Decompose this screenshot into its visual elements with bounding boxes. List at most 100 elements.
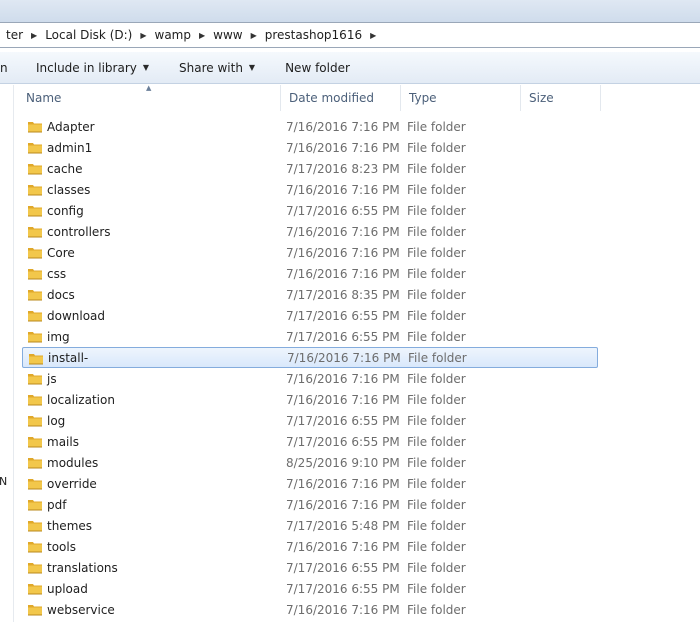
folder-icon (28, 269, 42, 280)
file-date-modified: 7/17/2016 6:55 PM (286, 308, 400, 323)
file-name: Core (47, 245, 75, 260)
file-row[interactable]: js 7/16/2016 7:16 PM File folder (22, 368, 598, 389)
file-type: File folder (407, 581, 466, 596)
folder-icon (28, 374, 42, 385)
file-name: admin1 (47, 140, 93, 155)
file-row[interactable]: install- 7/16/2016 7:16 PM File folder (22, 347, 598, 368)
file-date-modified: 7/17/2016 6:55 PM (286, 329, 400, 344)
window-title-strip (0, 0, 700, 22)
column-header-date-modified[interactable]: Date modified (281, 85, 401, 111)
file-date-modified: 7/16/2016 7:16 PM (286, 371, 400, 386)
file-row[interactable]: override 7/16/2016 7:16 PM File folder (22, 473, 598, 494)
folder-icon (28, 605, 42, 616)
file-type: File folder (407, 413, 466, 428)
breadcrumb-separator-icon[interactable]: ▶ (138, 23, 148, 47)
navigation-pane-stub-text: N (0, 475, 8, 488)
file-row[interactable]: cache 7/17/2016 8:23 PM File folder (22, 158, 598, 179)
folder-icon (28, 332, 42, 343)
toolbar-partial-button[interactable]: n (0, 52, 22, 83)
file-name: upload (47, 581, 88, 596)
breadcrumb-separator-icon[interactable]: ▶ (197, 23, 207, 47)
breadcrumb-item-partial[interactable]: ter (0, 23, 29, 47)
file-row[interactable]: admin1 7/16/2016 7:16 PM File folder (22, 137, 598, 158)
file-date-modified: 7/17/2016 6:55 PM (286, 560, 400, 575)
file-row[interactable]: modules 8/25/2016 9:10 PM File folder (22, 452, 598, 473)
file-type: File folder (407, 287, 466, 302)
breadcrumb-item-www[interactable]: www (207, 23, 248, 47)
file-date-modified: 7/17/2016 8:23 PM (286, 161, 400, 176)
chevron-down-icon: ▼ (248, 63, 256, 72)
folder-icon (28, 311, 42, 322)
file-row[interactable]: tools 7/16/2016 7:16 PM File folder (22, 536, 598, 557)
file-row[interactable]: upload 7/17/2016 6:55 PM File folder (22, 578, 598, 599)
file-row[interactable]: controllers 7/16/2016 7:16 PM File folder (22, 221, 598, 242)
breadcrumb-item-local-disk[interactable]: Local Disk (D:) (39, 23, 138, 47)
file-name: log (47, 413, 66, 428)
breadcrumb-separator-icon[interactable]: ▶ (29, 23, 39, 47)
folder-icon (28, 521, 42, 532)
file-date-modified: 7/17/2016 8:35 PM (286, 287, 400, 302)
file-row[interactable]: log 7/17/2016 6:55 PM File folder (22, 410, 598, 431)
file-row[interactable]: mails 7/17/2016 6:55 PM File folder (22, 431, 598, 452)
folder-icon (28, 437, 42, 448)
file-type: File folder (407, 140, 466, 155)
column-header-name-label: Name (26, 91, 62, 105)
file-type: File folder (407, 203, 466, 218)
file-name: js (47, 371, 57, 386)
include-in-library-button[interactable]: Include in library ▼ (22, 52, 157, 83)
file-name: themes (47, 518, 93, 533)
file-row[interactable]: download 7/17/2016 6:55 PM File folder (22, 305, 598, 326)
file-row[interactable]: Core 7/16/2016 7:16 PM File folder (22, 242, 598, 263)
file-row[interactable]: themes 7/17/2016 5:48 PM File folder (22, 515, 598, 536)
file-row[interactable]: pdf 7/16/2016 7:16 PM File folder (22, 494, 598, 515)
file-type: File folder (407, 308, 466, 323)
file-type: File folder (407, 392, 466, 407)
file-row[interactable]: Adapter 7/16/2016 7:16 PM File folder (22, 116, 598, 137)
file-row[interactable]: localization 7/16/2016 7:16 PM File folder (22, 389, 598, 410)
column-header-type[interactable]: Type (401, 85, 521, 111)
folder-icon (28, 206, 42, 217)
column-header-name[interactable]: Name ▲ (18, 84, 281, 111)
file-date-modified: 8/25/2016 9:10 PM (286, 455, 400, 470)
file-date-modified: 7/16/2016 7:16 PM (286, 119, 400, 134)
file-row[interactable]: css 7/16/2016 7:16 PM File folder (22, 263, 598, 284)
file-name: translations (47, 560, 118, 575)
file-date-modified: 7/16/2016 7:16 PM (286, 266, 400, 281)
file-type: File folder (407, 224, 466, 239)
file-row[interactable]: config 7/17/2016 6:55 PM File folder (22, 200, 598, 221)
file-type: File folder (407, 476, 466, 491)
file-row[interactable]: webservice 7/16/2016 7:16 PM File folder (22, 599, 598, 620)
file-type: File folder (407, 539, 466, 554)
folder-icon (28, 227, 42, 238)
command-bar: n Include in library ▼ Share with ▼ New … (0, 52, 700, 84)
file-date-modified: 7/17/2016 6:55 PM (286, 203, 400, 218)
new-folder-button[interactable]: New folder (263, 52, 358, 83)
file-date-modified: 7/16/2016 7:16 PM (286, 476, 400, 491)
file-date-modified: 7/16/2016 7:16 PM (286, 224, 400, 239)
column-header-size[interactable]: Size (521, 85, 601, 111)
file-name: mails (47, 434, 79, 449)
file-type: File folder (407, 161, 466, 176)
breadcrumb-item-prestashop[interactable]: prestashop1616 (259, 23, 368, 47)
file-name: tools (47, 539, 76, 554)
breadcrumb-separator-icon[interactable]: ▶ (249, 23, 259, 47)
address-bar[interactable]: ter ▶ Local Disk (D:) ▶ wamp ▶ www ▶ pre… (0, 22, 700, 48)
share-with-button[interactable]: Share with ▼ (157, 52, 263, 83)
folder-icon (29, 354, 43, 365)
file-name: controllers (47, 224, 111, 239)
file-name: install- (48, 350, 89, 365)
breadcrumb-separator-icon[interactable]: ▶ (368, 23, 378, 47)
breadcrumb-item-wamp[interactable]: wamp (149, 23, 197, 47)
file-name: img (47, 329, 70, 344)
navigation-pane[interactable]: N (0, 85, 14, 622)
file-type: File folder (407, 119, 466, 134)
file-row[interactable]: docs 7/17/2016 8:35 PM File folder (22, 284, 598, 305)
file-type: File folder (407, 518, 466, 533)
folder-icon (28, 416, 42, 427)
file-list: Adapter 7/16/2016 7:16 PM File folder admin… (22, 116, 598, 620)
file-row[interactable]: classes 7/16/2016 7:16 PM File folder (22, 179, 598, 200)
file-row[interactable]: img 7/17/2016 6:55 PM File folder (22, 326, 598, 347)
file-row[interactable]: translations 7/17/2016 6:55 PM File folder (22, 557, 598, 578)
file-date-modified: 7/16/2016 7:16 PM (286, 245, 400, 260)
column-header-row: Name ▲ Date modified Type Size (18, 84, 700, 111)
